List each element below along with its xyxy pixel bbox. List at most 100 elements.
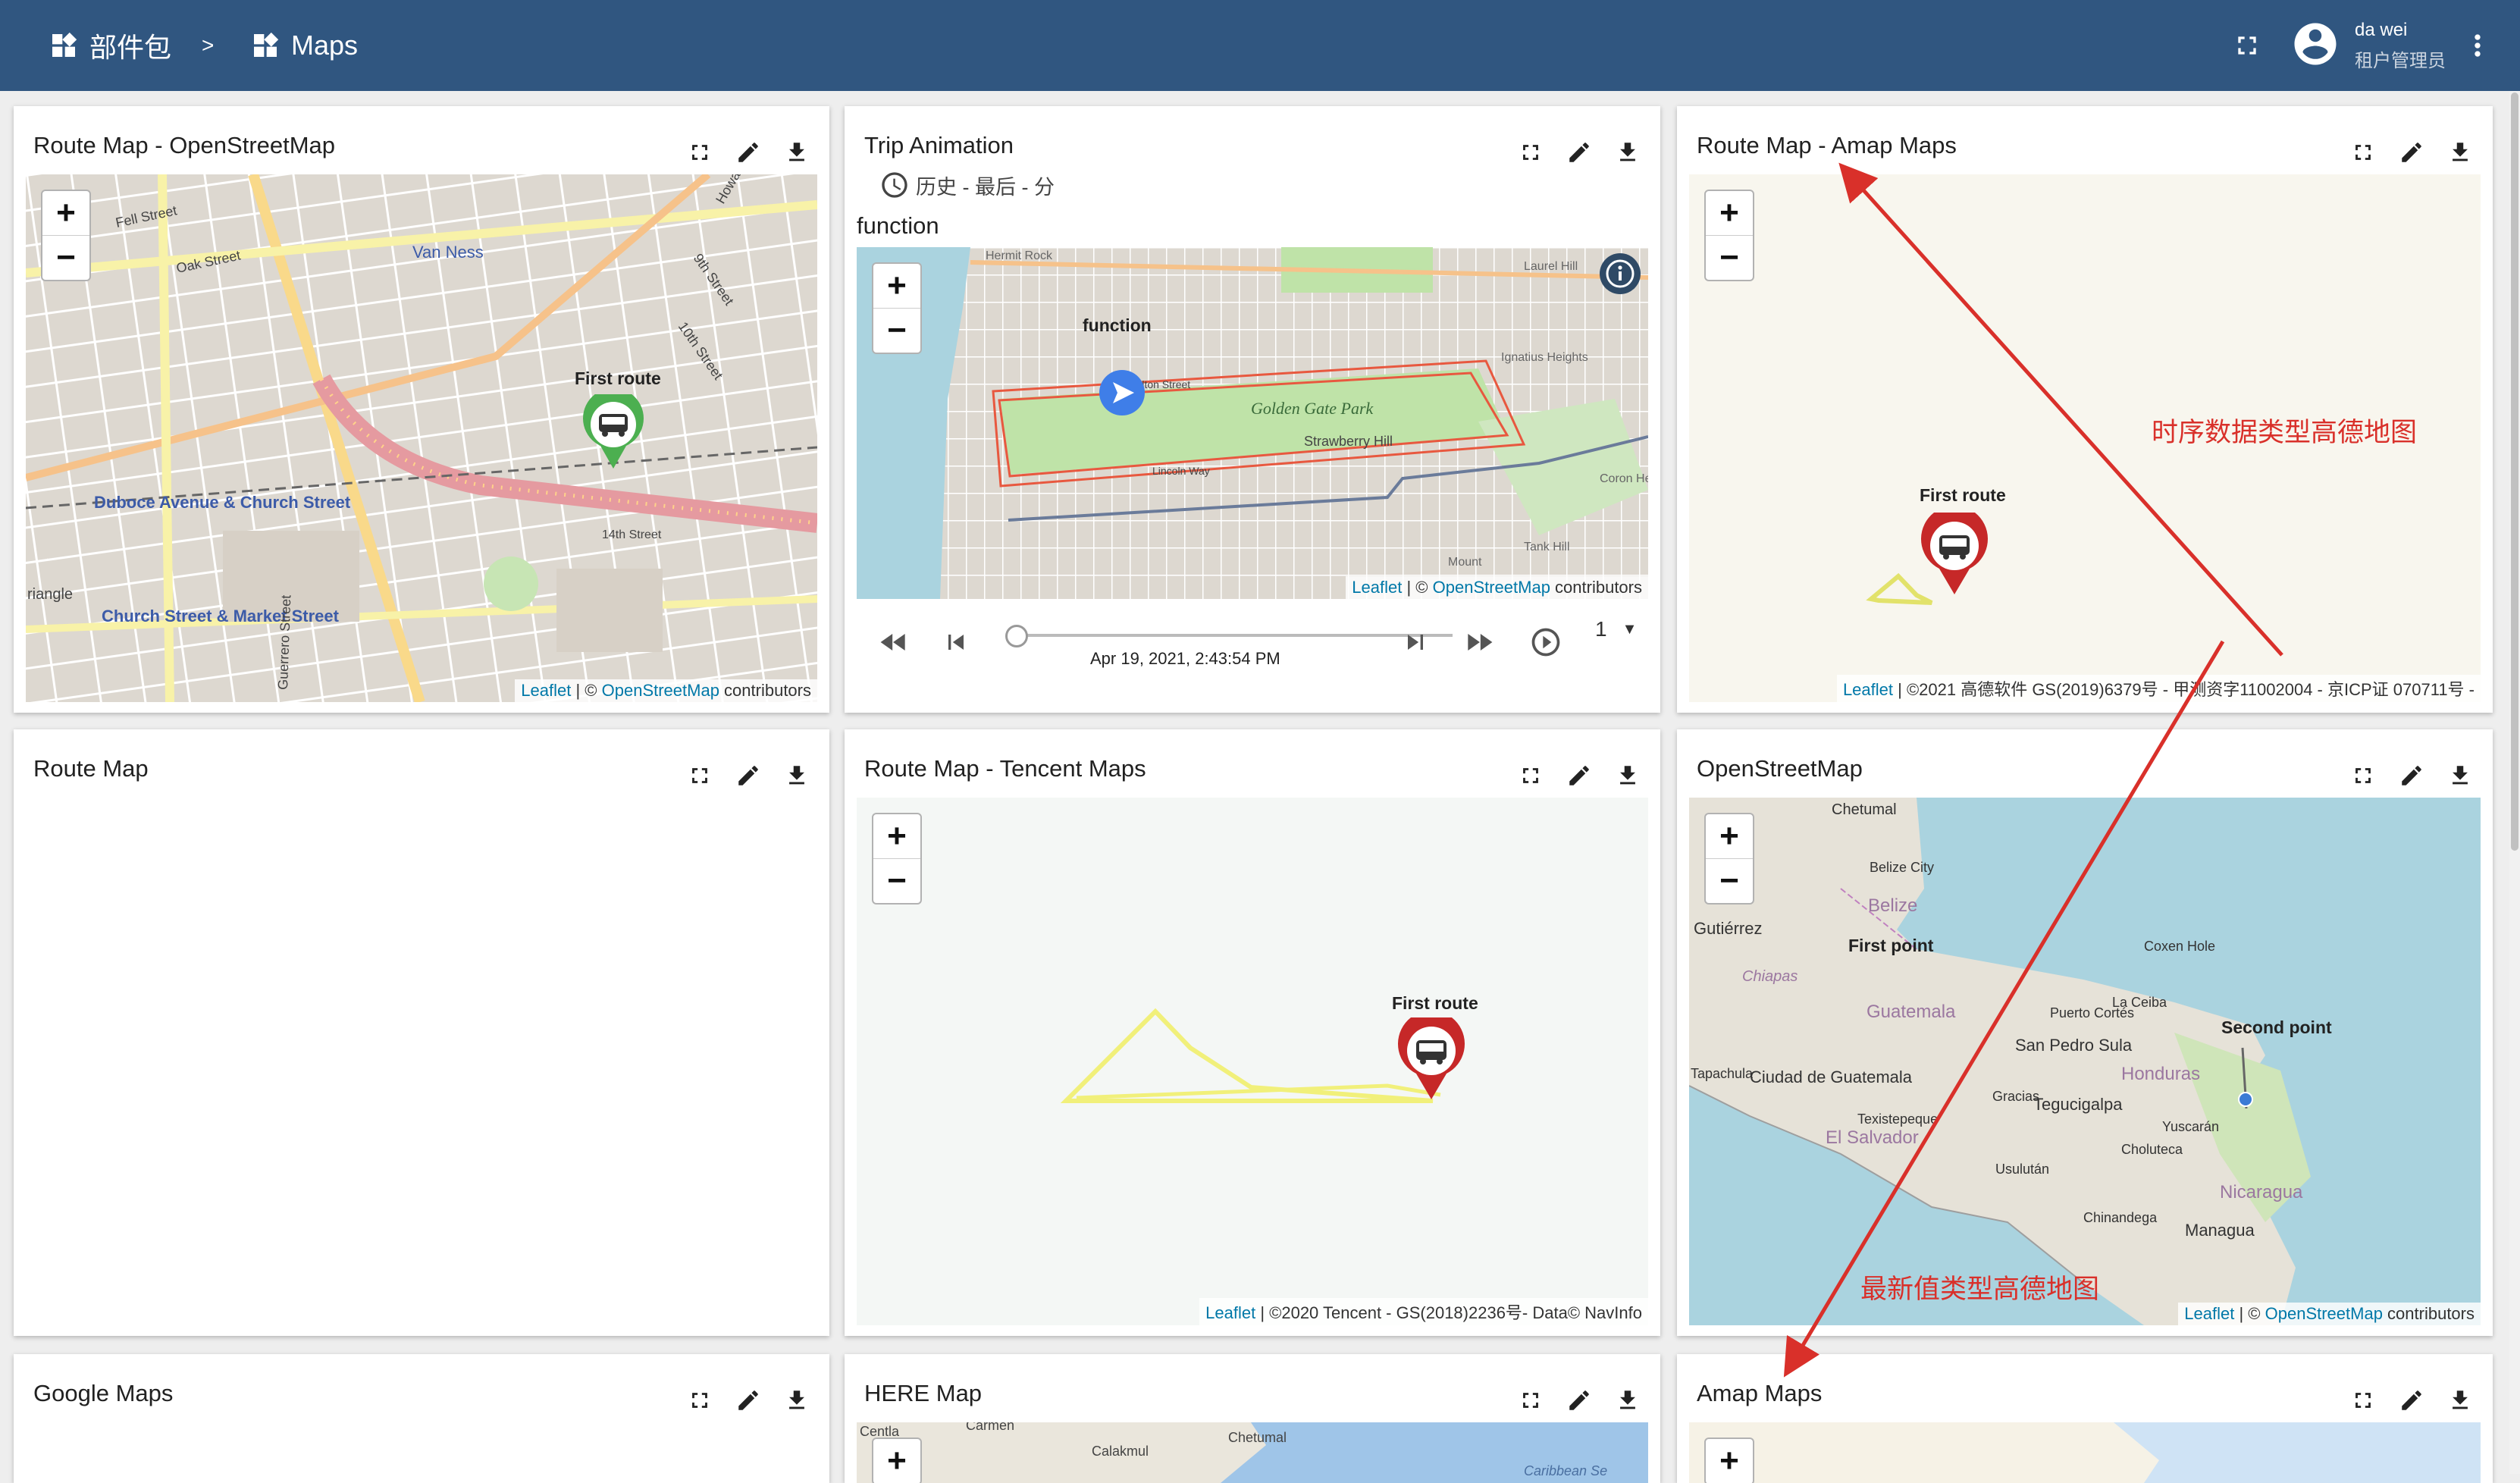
timewindow-label: 历史 - 最后 - 分 bbox=[916, 175, 1055, 199]
download-icon[interactable] bbox=[2446, 1386, 2475, 1415]
play-button[interactable] bbox=[1527, 623, 1565, 661]
sea-label: Caribbean Se bbox=[1524, 1463, 1607, 1478]
zoom-out-button[interactable]: − bbox=[1706, 236, 1753, 280]
zoom-in-button[interactable]: + bbox=[873, 264, 920, 309]
fullscreen-icon[interactable] bbox=[1516, 138, 1545, 167]
leaflet-link[interactable]: Leaflet bbox=[1843, 680, 1893, 699]
annotation-label: 时序数据类型高德地图 bbox=[2152, 418, 2418, 447]
annotation-label: 最新值类型高德地图 bbox=[1860, 1275, 2100, 1304]
fullscreen-icon[interactable] bbox=[1516, 1386, 1545, 1415]
zoom-in-button[interactable]: + bbox=[42, 191, 89, 236]
osm-link[interactable]: OpenStreetMap bbox=[2265, 1304, 2383, 1323]
osm-link[interactable]: OpenStreetMap bbox=[1433, 578, 1550, 597]
info-button[interactable] bbox=[1598, 252, 1642, 296]
timewindow-selector[interactable]: 历史 - 最后 - 分 bbox=[879, 170, 1055, 200]
zoom-control: + − bbox=[41, 190, 91, 281]
osm-link[interactable]: OpenStreetMap bbox=[602, 681, 719, 700]
fullscreen-icon[interactable] bbox=[685, 1386, 714, 1415]
attribution-text: | ©2021 高德软件 GS(2019)6379号 - 甲测资字1100200… bbox=[1893, 680, 2475, 699]
edit-icon[interactable] bbox=[2397, 761, 2426, 790]
more-vert-icon bbox=[2475, 34, 2481, 57]
map-canvas[interactable]: Centla Carmen Calakmul Chetumal Caribbea… bbox=[857, 1422, 1648, 1483]
download-icon[interactable] bbox=[1613, 761, 1642, 790]
edit-icon[interactable] bbox=[734, 761, 763, 790]
map-canvas[interactable]: Golden Gate Park Strawberry Hill Lincoln… bbox=[857, 247, 1648, 599]
widget-google-maps: Google Maps bbox=[14, 1354, 829, 1483]
zoom-out-button[interactable]: − bbox=[1706, 859, 1753, 903]
breadcrumb-current[interactable]: Maps bbox=[250, 0, 358, 91]
map-canvas[interactable]: + − First route Leaflet | ©2020 Tencent … bbox=[857, 798, 1648, 1325]
fullscreen-icon[interactable] bbox=[2349, 138, 2377, 167]
edit-icon[interactable] bbox=[1565, 138, 1594, 167]
zoom-control: + bbox=[1704, 1438, 1754, 1483]
zoom-out-button[interactable]: − bbox=[873, 309, 920, 353]
widget-route-map-osm: Route Map - OpenStreetMap Fell Street Va… bbox=[14, 106, 829, 713]
fullscreen-button[interactable] bbox=[2229, 27, 2265, 64]
download-icon[interactable] bbox=[2446, 138, 2475, 167]
skip-previous-button[interactable] bbox=[937, 623, 975, 661]
map-canvas[interactable]: Chetumal Belize City Belize Gutiérrez Ch… bbox=[1689, 798, 2481, 1325]
leaflet-link[interactable]: Leaflet bbox=[2184, 1304, 2234, 1323]
download-icon[interactable] bbox=[782, 138, 811, 167]
download-icon[interactable] bbox=[782, 761, 811, 790]
download-icon[interactable] bbox=[1613, 1386, 1642, 1415]
breadcrumb-parent[interactable]: 部件包 bbox=[49, 0, 171, 91]
leaflet-link[interactable]: Leaflet bbox=[1205, 1303, 1255, 1322]
edit-icon[interactable] bbox=[1565, 1386, 1594, 1415]
user-name: da wei bbox=[2355, 20, 2408, 40]
fullscreen-icon[interactable] bbox=[1516, 761, 1545, 790]
zoom-in-button[interactable]: + bbox=[873, 814, 920, 859]
fullscreen-icon[interactable] bbox=[685, 138, 714, 167]
edit-icon[interactable] bbox=[1565, 761, 1594, 790]
top-app-bar: 部件包 > Maps da wei 租户管理员 bbox=[0, 0, 2520, 91]
attribution-text: | ©2020 Tencent - GS(2018)2236号- Data© N… bbox=[1255, 1303, 1642, 1322]
scrollbar-thumb[interactable] bbox=[2511, 92, 2518, 851]
widget-title: Google Maps bbox=[33, 1380, 174, 1406]
marker-label: First route bbox=[1392, 993, 1478, 1013]
country-label: Honduras bbox=[2121, 1064, 2200, 1084]
fast-rewind-button[interactable] bbox=[875, 623, 913, 661]
zoom-in-button[interactable]: + bbox=[1706, 1439, 1753, 1483]
map-canvas[interactable]: Fell Street Van Ness Oak Street Duboce A… bbox=[26, 174, 817, 702]
bus-marker[interactable] bbox=[1918, 505, 1991, 600]
trip-position-marker[interactable] bbox=[1098, 368, 1146, 421]
widget-actions bbox=[2349, 761, 2475, 790]
region-map-tiles bbox=[1689, 1422, 2159, 1483]
fullscreen-icon[interactable] bbox=[2349, 761, 2377, 790]
map-canvas[interactable]: + bbox=[1689, 1422, 2481, 1483]
edit-icon[interactable] bbox=[734, 138, 763, 167]
more-menu-button[interactable] bbox=[2459, 27, 2496, 64]
edit-icon[interactable] bbox=[2397, 138, 2426, 167]
edit-icon[interactable] bbox=[734, 1386, 763, 1415]
zoom-in-button[interactable]: + bbox=[873, 1439, 920, 1483]
skip-next-button[interactable] bbox=[1396, 623, 1434, 661]
widget-title: Amap Maps bbox=[1697, 1380, 1823, 1406]
fullscreen-icon[interactable] bbox=[685, 761, 714, 790]
account-circle-icon bbox=[2294, 23, 2337, 65]
timeline-slider[interactable] bbox=[1014, 634, 1453, 637]
edit-icon[interactable] bbox=[2397, 1386, 2426, 1415]
widget-title: Route Map - Amap Maps bbox=[1697, 132, 1957, 158]
country-label: El Salvador bbox=[1826, 1127, 1919, 1148]
fullscreen-icon[interactable] bbox=[2349, 1386, 2377, 1415]
zoom-out-button[interactable]: − bbox=[873, 859, 920, 903]
zoom-out-button[interactable]: − bbox=[42, 236, 89, 280]
place-label: Tank Hill bbox=[1524, 541, 1569, 553]
download-icon[interactable] bbox=[1613, 138, 1642, 167]
download-icon[interactable] bbox=[2446, 761, 2475, 790]
fast-forward-button[interactable] bbox=[1460, 623, 1498, 661]
speed-select[interactable]: 1 ▼ bbox=[1595, 617, 1637, 641]
avatar[interactable] bbox=[2290, 18, 2341, 70]
leaflet-link[interactable]: Leaflet bbox=[521, 681, 571, 700]
map-pin-marker[interactable] bbox=[2236, 1090, 2255, 1117]
leaflet-link[interactable]: Leaflet bbox=[1352, 578, 1402, 597]
bus-marker[interactable] bbox=[1395, 1010, 1468, 1105]
widget-title: HERE Map bbox=[864, 1380, 983, 1406]
zoom-in-button[interactable]: + bbox=[1706, 191, 1753, 236]
timeline-slider-thumb[interactable] bbox=[1005, 625, 1028, 647]
bus-marker[interactable] bbox=[579, 387, 647, 474]
info-icon bbox=[1600, 253, 1641, 294]
bus-icon bbox=[1921, 505, 1988, 594]
zoom-in-button[interactable]: + bbox=[1706, 814, 1753, 859]
download-icon[interactable] bbox=[782, 1386, 811, 1415]
